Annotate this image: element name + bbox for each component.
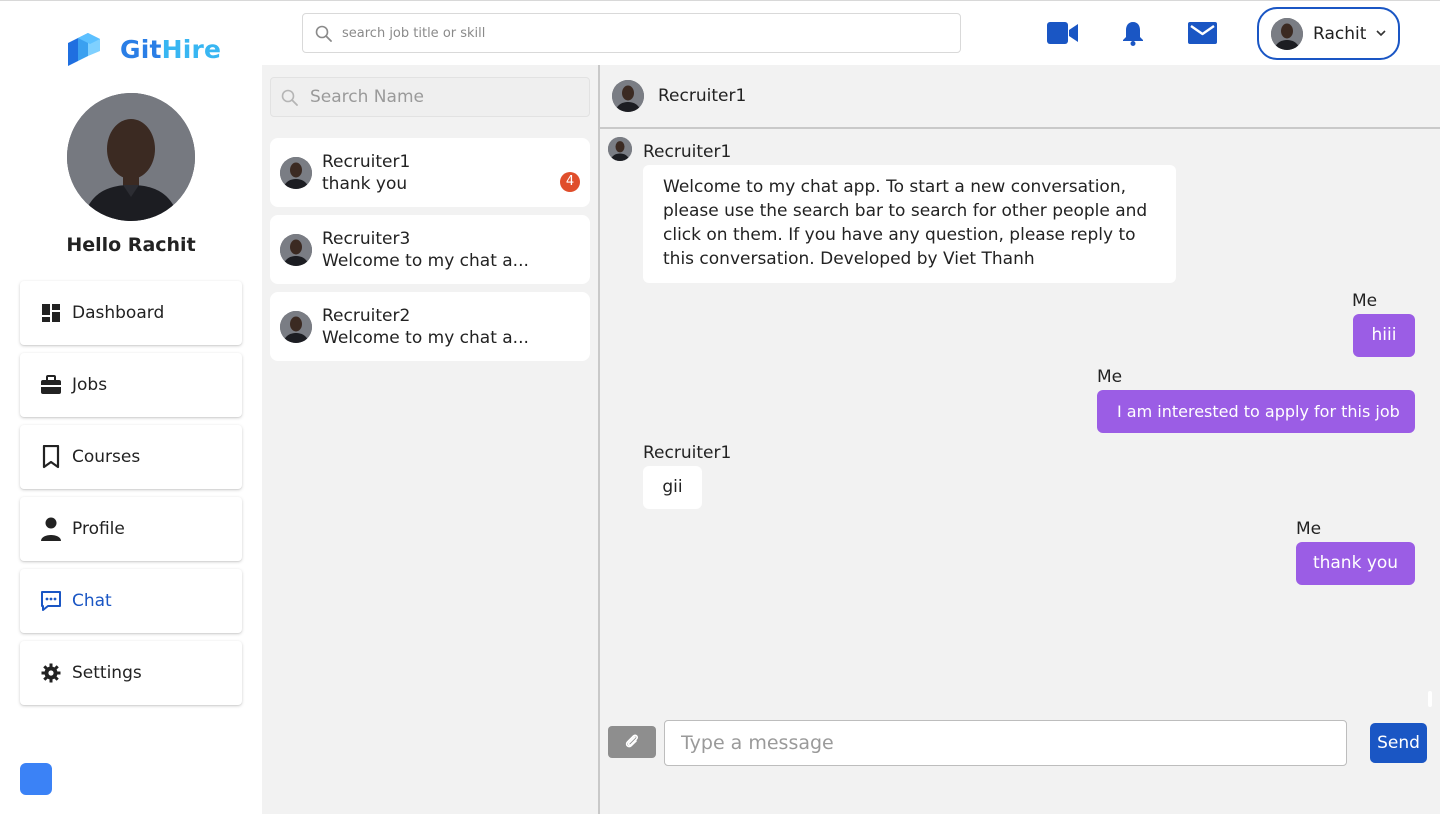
conversation-item[interactable]: Recruiter2 Welcome to my chat a...	[270, 292, 590, 361]
message-sender: Me	[1296, 519, 1322, 539]
video-camera-icon[interactable]	[1047, 22, 1078, 44]
name-search-input[interactable]	[310, 87, 580, 107]
brand-name-hire: Hire	[161, 34, 222, 64]
main-nav: Dashboard Jobs Courses Profile Chat Sett…	[20, 281, 242, 713]
nav-profile[interactable]: Profile	[20, 497, 242, 561]
avatar-icon	[1271, 17, 1303, 50]
nav-dashboard-label: Dashboard	[72, 303, 165, 323]
chat-partner-avatar	[612, 80, 644, 112]
job-search-input[interactable]	[342, 25, 922, 41]
message-sender: Me	[1097, 367, 1123, 387]
conversation-name: Recruiter2	[322, 305, 411, 326]
message-bubble: gii	[643, 466, 702, 509]
avatar	[280, 310, 312, 343]
chat-partner-name: Recruiter1	[658, 86, 747, 106]
nav-dashboard[interactable]: Dashboard	[20, 281, 242, 345]
nav-jobs-label: Jobs	[72, 375, 108, 395]
dashboard-icon	[40, 302, 62, 324]
gear-icon	[40, 662, 62, 684]
brand-logo[interactable]: GitHire	[64, 31, 221, 67]
nav-jobs[interactable]: Jobs	[20, 353, 242, 417]
unread-badge: 4	[560, 172, 580, 192]
profile-avatar	[67, 93, 195, 221]
chat-header: Recruiter1	[600, 65, 1440, 129]
conversation-panel: Recruiter1 thank you 4 Recruiter3 Welcom…	[262, 65, 598, 814]
nav-settings[interactable]: Settings	[20, 641, 242, 705]
message-bubble: hiii	[1353, 314, 1415, 357]
avatar-icon	[280, 233, 312, 266]
nav-profile-label: Profile	[72, 519, 125, 539]
message-sender: Me	[1352, 291, 1378, 311]
person-photo-icon	[67, 93, 195, 221]
send-button[interactable]: Send	[1370, 723, 1427, 763]
nav-settings-label: Settings	[72, 663, 142, 683]
conversation-item[interactable]: Recruiter3 Welcome to my chat a...	[270, 215, 590, 284]
attach-button[interactable]	[608, 726, 656, 758]
conversation-item[interactable]: Recruiter1 thank you 4	[270, 138, 590, 207]
search-icon	[281, 89, 298, 106]
avatar-icon	[280, 156, 312, 189]
avatar-icon	[608, 137, 632, 161]
message-sender: Recruiter1	[643, 142, 732, 162]
nav-chat[interactable]: Chat	[20, 569, 242, 633]
user-menu[interactable]: Rachit	[1257, 7, 1400, 60]
message-bubble: Welcome to my chat app. To start a new c…	[643, 165, 1176, 283]
chevron-down-icon	[1376, 30, 1386, 37]
bell-icon[interactable]	[1122, 20, 1144, 46]
conversation-list: Recruiter1 thank you 4 Recruiter3 Welcom…	[270, 138, 590, 369]
message-bubble: I am interested to apply for this job	[1097, 390, 1415, 433]
avatar-icon	[612, 80, 644, 112]
briefcase-icon	[40, 374, 62, 396]
brand-name-git: Git	[120, 34, 162, 64]
githire-logo-icon	[68, 33, 100, 66]
conversation-preview: thank you	[322, 173, 408, 194]
user-name: Rachit	[1313, 23, 1367, 44]
sidebar: GitHire Hello Rachit Dashboard Jobs Cour…	[0, 1, 262, 814]
paperclip-icon	[625, 734, 638, 748]
nav-chat-label: Chat	[72, 591, 112, 611]
chat-icon	[40, 590, 62, 612]
job-search-bar[interactable]	[302, 13, 961, 53]
conversation-name: Recruiter1	[322, 151, 411, 172]
bookmark-icon	[40, 445, 62, 469]
greeting: Hello Rachit	[66, 234, 196, 256]
avatar	[280, 233, 312, 266]
help-button[interactable]	[20, 763, 52, 795]
conversation-preview: Welcome to my chat a...	[322, 327, 529, 348]
conversation-name: Recruiter3	[322, 228, 411, 249]
chat-window: Recruiter1 Recruiter1 Welcome to my chat…	[598, 65, 1440, 814]
message-input[interactable]	[664, 720, 1347, 766]
scrollbar-thumb[interactable]	[1428, 691, 1432, 707]
avatar-icon	[280, 310, 312, 343]
nav-courses[interactable]: Courses	[20, 425, 242, 489]
nav-courses-label: Courses	[72, 447, 141, 467]
user-avatar	[1271, 17, 1303, 50]
mail-icon[interactable]	[1188, 22, 1217, 44]
conversation-preview: Welcome to my chat a...	[322, 250, 529, 271]
message-avatar	[608, 137, 632, 161]
name-search-bar[interactable]	[270, 77, 590, 117]
message-sender: Recruiter1	[643, 443, 732, 463]
person-icon	[40, 517, 62, 541]
search-icon	[315, 25, 332, 42]
avatar	[280, 156, 312, 189]
message-bubble: thank you	[1296, 542, 1415, 585]
